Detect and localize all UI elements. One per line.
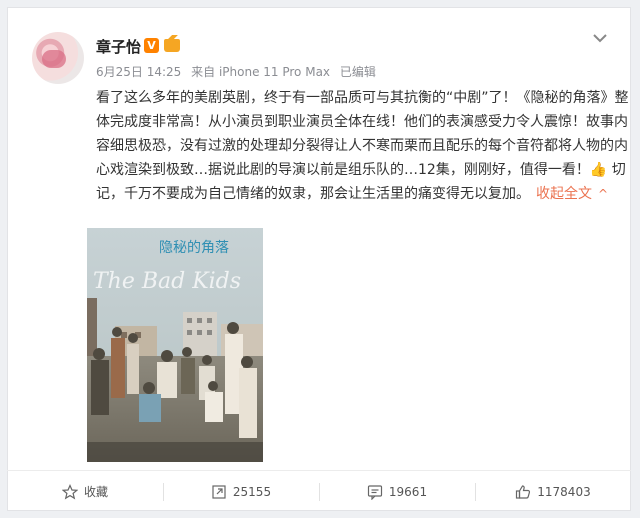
repost-count: 25155 bbox=[232, 484, 272, 499]
like-button[interactable]: 1178403 bbox=[475, 471, 631, 512]
star-icon bbox=[61, 483, 78, 499]
post-meta: 6月25日 14:25 来自 iPhone 11 Pro Max 已编辑 bbox=[96, 63, 382, 80]
thumbs-up-emoji: 👍 bbox=[589, 162, 608, 178]
post-source: 来自 iPhone 11 Pro Max bbox=[191, 65, 331, 79]
chevron-down-icon[interactable] bbox=[592, 30, 608, 46]
avatar[interactable] bbox=[32, 32, 84, 84]
post-date[interactable]: 6月25日 14:25 bbox=[96, 65, 181, 79]
thumbs-up-icon bbox=[516, 484, 531, 499]
action-bar: 收藏 25155 19661 1178403 bbox=[7, 470, 631, 512]
comment-icon bbox=[367, 484, 383, 500]
poster-title: 隐秘的角落 bbox=[159, 240, 229, 256]
favorite-button[interactable]: 收藏 bbox=[7, 471, 163, 512]
like-count: 1178403 bbox=[537, 484, 591, 499]
crown-icon bbox=[164, 35, 180, 52]
collapse-arrow-icon[interactable]: ^ bbox=[598, 187, 608, 201]
poster-art: 隐秘的角落 The Bad Kids bbox=[87, 228, 263, 462]
repost-button[interactable]: 25155 bbox=[163, 471, 319, 512]
repost-icon bbox=[212, 484, 226, 499]
comment-button[interactable]: 19661 bbox=[319, 471, 475, 512]
edited-label[interactable]: 已编辑 bbox=[340, 65, 376, 79]
poster-image[interactable]: 隐秘的角落 The Bad Kids bbox=[87, 228, 263, 462]
author-name[interactable]: 章子怡 bbox=[96, 36, 141, 57]
post-body: 看了这么多年的美剧英剧，终于有一部品质可与其抗衡的“中剧”了！《隐秘的角落》整体… bbox=[96, 86, 631, 206]
post-text-main: 看了这么多年的美剧英剧，终于有一部品质可与其抗衡的“中剧”了！《隐秘的角落》整体… bbox=[96, 90, 629, 178]
comment-count: 19661 bbox=[388, 484, 428, 499]
favorite-label: 收藏 bbox=[83, 485, 108, 499]
verified-badge-icon: V bbox=[144, 38, 159, 53]
poster-script-text: The Bad Kids bbox=[93, 269, 241, 294]
collapse-text-link[interactable]: 收起全文 bbox=[536, 186, 592, 202]
